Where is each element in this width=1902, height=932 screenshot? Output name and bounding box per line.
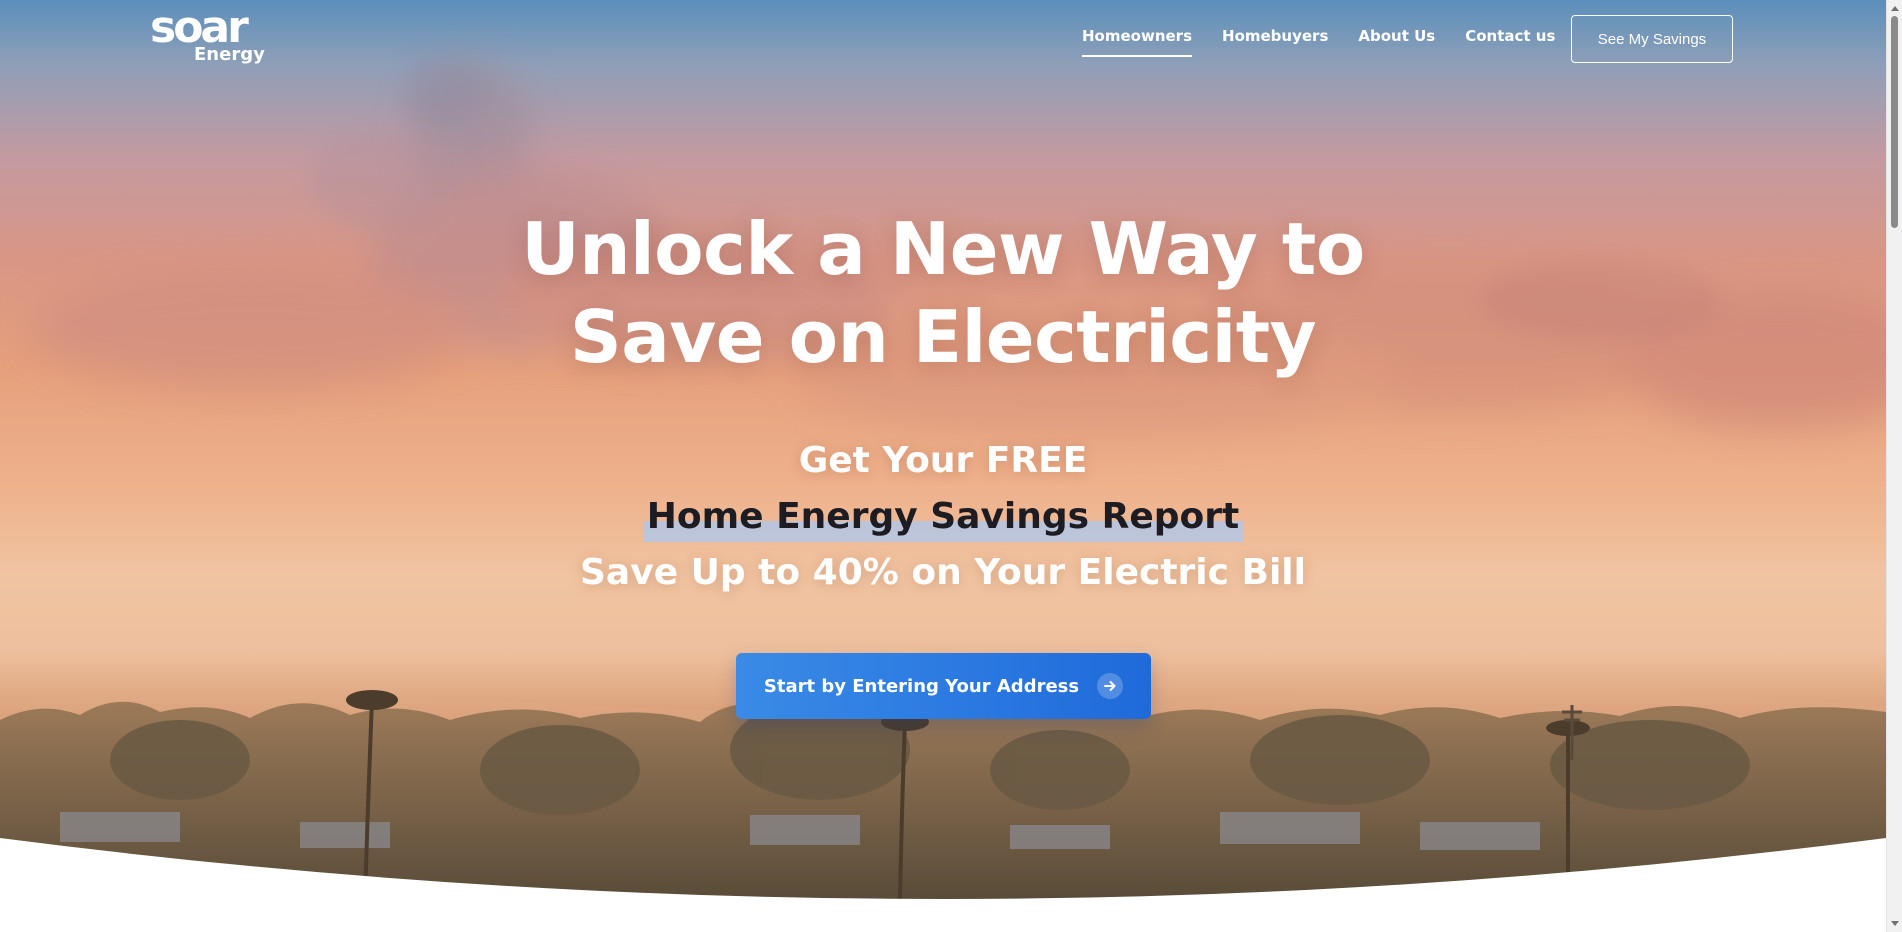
hero-subtitle-free: Get Your FREE — [798, 440, 1088, 481]
logo-subtitle: Energy — [194, 44, 265, 65]
arrow-right-icon — [1097, 673, 1124, 699]
start-address-button-label: Start by Entering Your Address — [763, 675, 1080, 697]
hero-subtitle-report: Home Energy Savings Report — [642, 492, 1244, 542]
hero-subtitle-report-wrap: Home Energy Savings Report — [380, 492, 1506, 542]
start-address-button[interactable]: Start by Entering Your Address — [736, 653, 1151, 719]
nav-item-homebuyers[interactable]: Homebuyers — [1222, 23, 1328, 49]
scroll-down-arrow-icon[interactable] — [1887, 917, 1902, 931]
hero-headline: Unlock a New Way to Save on Electricity — [380, 205, 1506, 381]
hero-subtitle-savings: Save Up to 40% on Your Electric Bill — [580, 552, 1306, 593]
nav-item-contact-us[interactable]: Contact us — [1465, 23, 1555, 49]
page: soar Energy Homeowners Homebuyers About … — [0, 0, 1902, 932]
nav-item-homeowners[interactable]: Homeowners — [1082, 23, 1193, 57]
scroll-thumb[interactable] — [1891, 16, 1898, 228]
see-my-savings-button[interactable]: See My Savings — [1571, 15, 1733, 63]
scroll-up-arrow-icon[interactable] — [1887, 1, 1902, 15]
main-nav: Homeowners Homebuyers About Us Contact u… — [1082, 0, 1585, 72]
headline-line-1: Unlock a New Way to — [521, 207, 1365, 291]
nav-item-about-us[interactable]: About Us — [1358, 23, 1435, 49]
headline-line-2: Save on Electricity — [569, 295, 1317, 379]
soar-energy-logo[interactable]: soar Energy — [150, 6, 274, 70]
page-scrollbar[interactable] — [1886, 0, 1902, 932]
